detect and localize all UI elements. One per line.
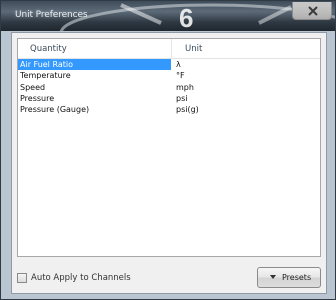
unit-cell[interactable]: psi(g) [172, 104, 199, 115]
list-rows: Air Fuel Ratio λ Temperature °F Speed mph Pres… [18, 59, 320, 115]
table-row[interactable]: Air Fuel Ratio λ [18, 59, 320, 71]
table-row[interactable]: Speed mph [18, 82, 320, 93]
quantity-cell: Speed [20, 82, 46, 92]
unit-cell[interactable]: °F [172, 70, 185, 81]
quantity-cell: Air Fuel Ratio [18, 59, 171, 71]
table-row[interactable]: Pressure (Gauge) psi(g) [18, 104, 320, 115]
quantity-cell: Pressure (Gauge) [20, 105, 90, 115]
close-button[interactable] [292, 2, 332, 20]
column-divider[interactable] [171, 39, 172, 58]
title-bar[interactable]: 6 Unit Preferences [1, 1, 335, 31]
window-title: Unit Preferences [15, 10, 88, 20]
presets-label: Presets [282, 273, 312, 282]
quantity-cell: Pressure [20, 93, 55, 103]
column-header-unit[interactable]: Unit [185, 44, 202, 54]
table-row[interactable]: Temperature °F [18, 70, 320, 81]
unit-preferences-window: 6 Unit Preferences Quantity Unit Air Fue… [0, 0, 336, 300]
close-icon [308, 6, 318, 16]
unit-cell[interactable]: λ [172, 59, 181, 70]
units-list[interactable]: Quantity Unit Air Fuel Ratio λ Temperature… [17, 38, 321, 257]
presets-button[interactable]: Presets [257, 267, 321, 288]
window-content: Quantity Unit Air Fuel Ratio λ Temperature… [11, 32, 327, 294]
auto-apply-checkbox[interactable] [17, 273, 27, 283]
unit-cell[interactable]: psi [172, 93, 187, 104]
list-header: Quantity Unit [18, 39, 320, 59]
footer-bar: Auto Apply to Channels Presets [17, 267, 321, 289]
auto-apply-label[interactable]: Auto Apply to Channels [31, 273, 131, 283]
svg-text:6: 6 [179, 3, 193, 31]
column-header-quantity[interactable]: Quantity [30, 44, 67, 54]
quantity-cell: Temperature [20, 71, 71, 81]
caret-down-icon [270, 275, 276, 279]
unit-cell[interactable]: mph [172, 82, 194, 93]
table-row[interactable]: Pressure psi [18, 93, 320, 104]
